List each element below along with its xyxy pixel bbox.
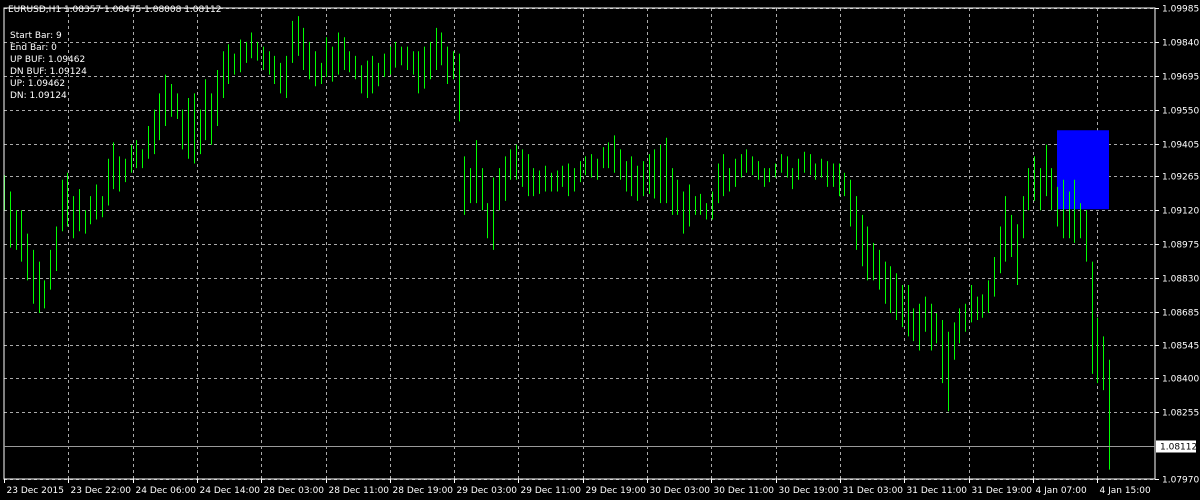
y-tick-label: 1.07970 [1162,476,1199,486]
axes: 1.09985 1.09840 1.09695 1.09550 1.09405 1.092… [3,5,1199,496]
zone-layer [1057,130,1109,210]
x-tick-label: 29 Dec 11:00 [521,486,582,496]
price-chart[interactable]: 1.09985 1.09840 1.09695 1.09550 1.09405 1.092… [0,0,1200,500]
x-tick-label: 4 Jan 07:00 [1036,486,1088,496]
grid [4,8,1155,480]
x-tick-label: 28 Dec 19:00 [393,486,454,496]
x-tick-label: 23 Dec 22:00 [71,486,132,496]
chart-window[interactable]: 1.09985 1.09840 1.09695 1.09550 1.09405 1.092… [0,0,1200,500]
x-tick-label: 30 Dec 19:00 [779,486,840,496]
x-tick-label: 28 Dec 03:00 [264,486,325,496]
x-tick-label: 23 Dec 2015 [7,486,65,496]
x-tick-label: 4 Jan 15:00 [1100,486,1152,496]
info-dn-buf: DN BUF: 1.09124 [10,67,87,77]
info-up-buf: UP BUF: 1.09462 [10,55,86,65]
x-tick-label: 30 Dec 03:00 [650,486,711,496]
y-tick-label: 1.08255 [1162,409,1199,419]
y-tick-label: 1.09985 [1162,5,1199,15]
y-tick-label: 1.08545 [1162,342,1199,352]
plot-frame [3,7,1156,480]
y-tick-label: 1.09695 [1162,73,1199,83]
price-bars [4,16,1110,470]
info-dn: DN: 1.09124 [10,91,67,101]
info-up: UP: 1.09462 [10,79,66,89]
y-tick-label: 1.08685 [1162,309,1199,319]
x-tick-label: 28 Dec 11:00 [329,486,390,496]
y-tick-label: 1.08975 [1162,241,1199,251]
x-tick-label: 24 Dec 06:00 [136,486,197,496]
current-price-label: 1.08112 [1160,443,1197,453]
y-tick-label: 1.09265 [1162,173,1199,183]
info-end-bar: End Bar: 0 [10,43,57,53]
x-tick-label: 31 Dec 03:00 [843,486,904,496]
y-tick-label: 1.09840 [1162,39,1199,49]
symbol-info: EURUSD,H1 1.08357 1.08475 1.08008 1.0811… [8,5,222,15]
y-tick-label: 1.08830 [1162,275,1199,285]
y-tick-label: 1.09405 [1162,141,1199,151]
info-start-bar: Start Bar: 9 [10,31,62,41]
y-tick-label: 1.09120 [1162,207,1199,217]
x-tick-label: 29 Dec 19:00 [586,486,647,496]
x-tick-label: 29 Dec 03:00 [457,486,518,496]
x-tick-label: 31 Dec 19:00 [972,486,1033,496]
y-tick-label: 1.09550 [1162,107,1199,117]
x-tick-label: 31 Dec 11:00 [907,486,968,496]
x-tick-label: 24 Dec 14:00 [200,486,261,496]
x-tick-label: 30 Dec 11:00 [714,486,775,496]
zone-rectangle[interactable] [1057,130,1109,210]
y-tick-label: 1.08400 [1162,375,1199,385]
